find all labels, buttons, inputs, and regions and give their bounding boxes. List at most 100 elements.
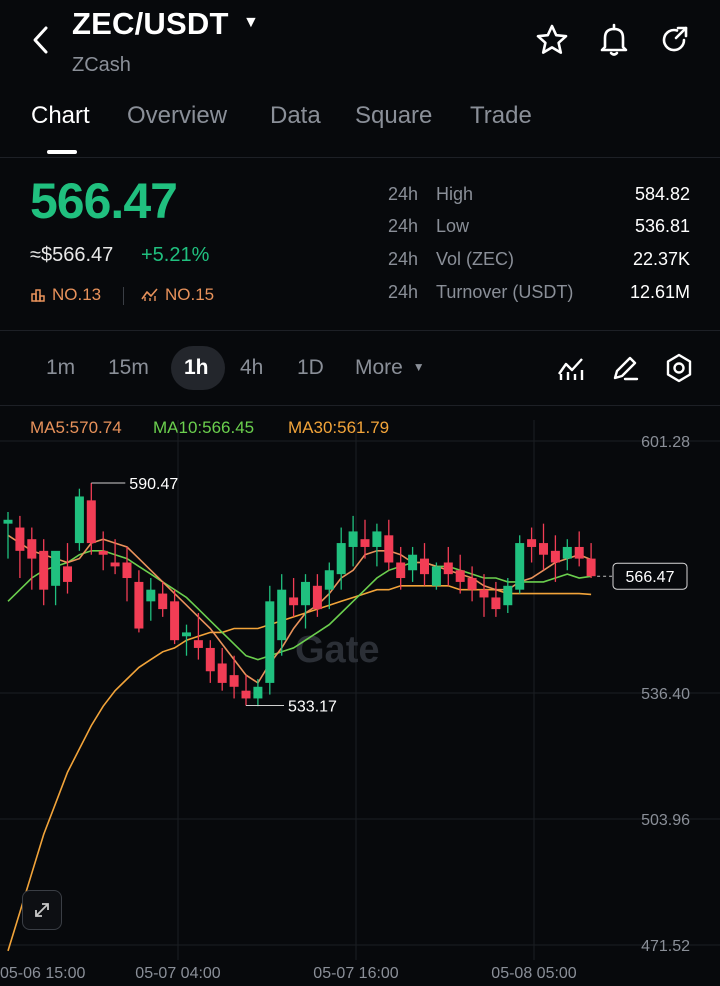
candle-body — [253, 686, 263, 699]
candle-body — [336, 543, 346, 575]
candle-body — [324, 570, 334, 590]
interval-1h[interactable]: 1h — [184, 356, 209, 380]
candle-body — [396, 562, 406, 579]
stat-name-turnover: Turnover (USDT) — [436, 282, 574, 302]
bell-alert-icon[interactable] — [596, 22, 632, 58]
tab-data[interactable]: Data — [270, 102, 321, 130]
candle-body — [122, 562, 132, 579]
candle-body — [348, 531, 358, 547]
interval-1d[interactable]: 1D — [297, 356, 324, 380]
candle-body — [479, 589, 489, 598]
candle-body — [74, 496, 84, 544]
candle-body — [503, 585, 513, 606]
rank-2-label: NO.15 — [165, 285, 215, 304]
candle-body — [289, 597, 299, 606]
expand-arrows-icon — [35, 903, 49, 917]
rank-1-label: NO.13 — [52, 285, 102, 304]
y-axis-tick-label: 536.40 — [641, 686, 690, 703]
low-annotation-label: 533.17 — [288, 699, 337, 716]
stat-value-high: 584.82 — [634, 184, 690, 204]
candle-body — [491, 597, 501, 610]
tab-chart[interactable]: Chart — [31, 102, 90, 130]
tab-trade[interactable]: Trade — [470, 102, 532, 130]
candle-body — [586, 558, 596, 577]
candle-body — [431, 566, 441, 586]
stat-value-low: 536.81 — [634, 216, 690, 236]
stat-value-turnover: 12.61M — [629, 282, 690, 302]
expand-fullscreen-button[interactable] — [22, 890, 62, 930]
stat-period: 24h — [388, 282, 419, 302]
candle-body — [182, 632, 191, 637]
rank-badge-trend[interactable]: NO.15 — [141, 285, 214, 305]
candle-body — [527, 539, 537, 547]
rank-trend-icon — [141, 288, 158, 301]
draw-pencil-icon[interactable] — [609, 352, 641, 384]
candle-body — [360, 539, 370, 547]
price-change-percent: +5.21% — [141, 244, 210, 266]
candle-body — [408, 554, 418, 571]
candle-body — [539, 543, 548, 555]
settings-hexagon-icon[interactable] — [663, 352, 695, 384]
candle-body — [98, 550, 108, 555]
pair-dropdown-caret-icon[interactable]: ▼ — [243, 14, 259, 32]
candle-body — [229, 675, 239, 687]
candlestick-chart[interactable]: Gate 601.28 536.40 503.96 471.52 05-06 15:00 0… — [0, 400, 720, 986]
candle-body — [241, 690, 251, 699]
more-caret-icon: ▼ — [412, 360, 425, 374]
candle-body — [312, 585, 322, 610]
candle-body — [63, 566, 72, 582]
candle-body — [455, 570, 465, 582]
share-icon[interactable] — [656, 22, 692, 58]
tabs-divider — [0, 157, 720, 158]
last-price-label: 566.47 — [626, 569, 675, 586]
stat-period: 24h — [388, 249, 419, 269]
pair-subtitle: ZCash — [72, 54, 131, 76]
candle-body — [277, 589, 287, 641]
y-axis-tick-label: 471.52 — [641, 938, 690, 955]
candle-body — [158, 593, 168, 610]
candle-body — [574, 546, 584, 559]
back-arrow-icon[interactable] — [28, 20, 54, 60]
candle-body — [51, 550, 61, 586]
candle-body — [550, 550, 560, 563]
y-axis-tick-label: 601.28 — [641, 434, 690, 451]
interval-more-label: More — [355, 356, 403, 379]
stat-name-volume: Vol (ZEC) — [436, 249, 515, 269]
candle-body — [27, 539, 37, 559]
candle-body — [443, 562, 453, 575]
candle-body — [562, 546, 572, 559]
tab-square[interactable]: Square — [355, 102, 432, 130]
stat-period: 24h — [388, 184, 419, 204]
candle-body — [134, 581, 144, 629]
rank-badge-market-cap[interactable]: NO.13 — [30, 285, 101, 305]
candle-body — [15, 527, 25, 551]
candle-body — [170, 601, 180, 641]
candle-body — [3, 519, 13, 524]
indicators-icon[interactable] — [555, 352, 587, 384]
candle-body — [420, 558, 429, 575]
interval-4h[interactable]: 4h — [240, 356, 263, 380]
interval-more[interactable]: More ▼ — [355, 356, 425, 380]
stat-period: 24h — [388, 216, 419, 236]
rank-chart-icon — [31, 289, 45, 302]
candle-body — [146, 589, 156, 602]
candle-body — [515, 543, 525, 590]
candle-body — [301, 581, 310, 606]
candle-body — [193, 640, 203, 648]
stat-value-volume: 22.37K — [632, 249, 690, 269]
candle-body — [86, 500, 96, 544]
x-axis-tick-label: 05-06 15:00 — [0, 965, 86, 982]
candle-body — [372, 531, 382, 547]
star-favorite-icon[interactable] — [534, 22, 570, 58]
x-axis-tick-label: 05-08 05:00 — [491, 965, 577, 982]
candle-body — [384, 535, 394, 563]
rank-separator — [123, 287, 124, 305]
tab-overview[interactable]: Overview — [127, 102, 227, 130]
price-divider — [0, 330, 720, 331]
candle-body — [205, 647, 215, 672]
pair-title[interactable]: ZEC/USDT — [72, 6, 229, 42]
stat-name-high: High — [436, 184, 474, 204]
candle-body — [467, 578, 477, 590]
interval-1m[interactable]: 1m — [46, 356, 75, 380]
interval-15m[interactable]: 15m — [108, 356, 149, 380]
